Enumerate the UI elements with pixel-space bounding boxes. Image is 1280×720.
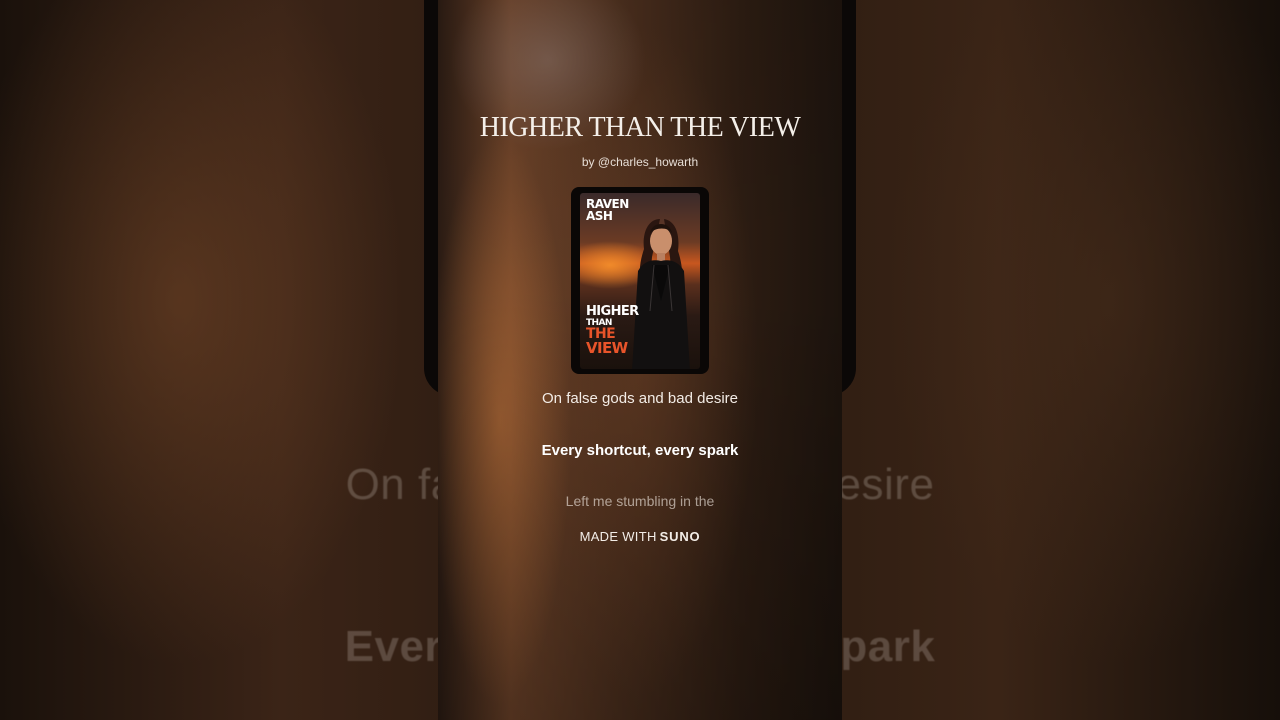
lyric-current: Every shortcut, every spark — [541, 442, 739, 459]
cover-figure-illustration — [632, 219, 690, 369]
made-with-label: MADE WITH — [579, 529, 657, 544]
suno-brand: SUNO — [659, 529, 701, 544]
lyric-previous: On false gods and bad desire — [542, 390, 738, 407]
made-with-badge[interactable]: MADE WITH SUNO — [438, 529, 842, 544]
cover-title-line: HIGHER — [586, 304, 639, 319]
song-title: HIGHER THAN THE VIEW — [479, 112, 801, 143]
lyric-next: Left me stumbling in the — [565, 493, 715, 509]
song-card: HIGHER THAN THE VIEW by @charles_howarth… — [438, 0, 842, 720]
album-cover[interactable]: RAVEN ASH HIGHER THAN THE VIEW — [571, 187, 709, 374]
cover-artist-line: ASH — [586, 209, 613, 223]
cover-artist-name: RAVEN ASH — [586, 198, 636, 222]
album-cover-art: RAVEN ASH HIGHER THAN THE VIEW — [580, 193, 700, 369]
song-artist[interactable]: by @charles_howarth — [438, 155, 842, 169]
cover-title: HIGHER THAN THE VIEW — [586, 305, 639, 356]
cover-title-line: VIEW — [586, 339, 628, 357]
